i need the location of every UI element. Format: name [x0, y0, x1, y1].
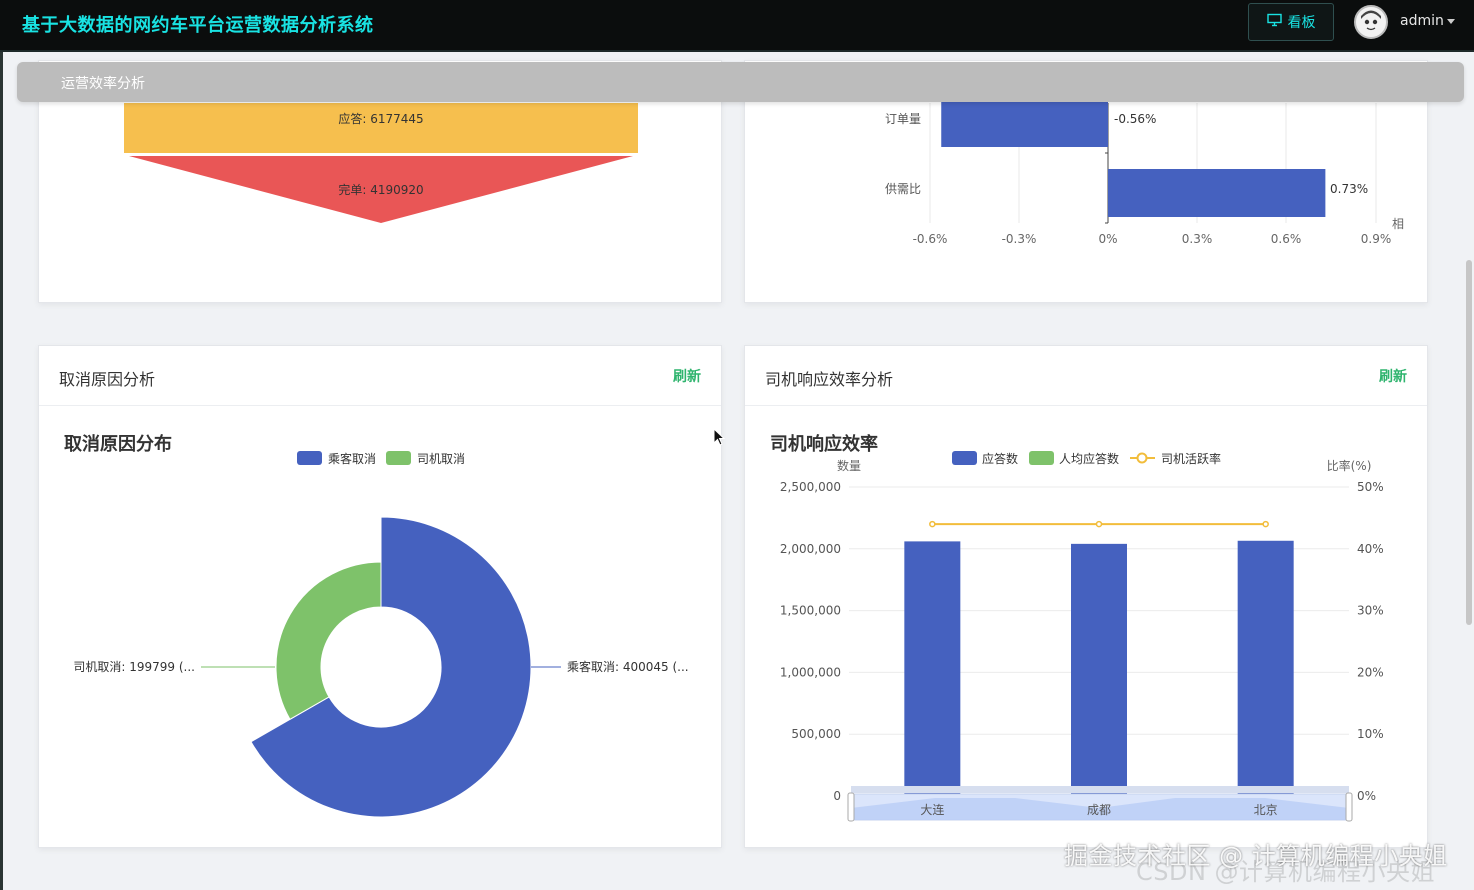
right-tick-4: 40%: [1357, 542, 1384, 556]
x-label-0: 大连: [920, 802, 944, 817]
growth-bar-1[interactable]: [1108, 169, 1326, 217]
funnel-label-complete: 完单: 4190920: [338, 182, 423, 197]
slice-label-driver: 司机取消: 199799 (...: [73, 660, 195, 674]
growth-axis-name: 相: [1392, 217, 1404, 231]
growth-value-0: -0.56%: [1114, 112, 1156, 126]
growth-xtick-1: -0.3%: [1002, 232, 1037, 246]
growth-xtick-2: 0%: [1098, 232, 1117, 246]
left-tick-1: 500,000: [791, 727, 841, 741]
dashboard-button-label: 看板: [1287, 15, 1316, 31]
right-tick-2: 20%: [1357, 665, 1384, 679]
growth-xtick-0: -0.6%: [913, 232, 948, 246]
cancel-legend: 乘客取消 司机取消: [297, 451, 465, 466]
caret-down-icon[interactable]: [1447, 19, 1455, 24]
driver-legend: 应答数 人均应答数 司机活跃率: [952, 451, 1221, 466]
slice-label-passenger: 乘客取消: 400045 (...: [567, 659, 689, 674]
right-tick-5: 50%: [1357, 480, 1384, 494]
x-label-2: 北京: [1254, 803, 1278, 817]
growth-bar-0[interactable]: [941, 99, 1108, 147]
left-tick-4: 2,000,000: [780, 542, 841, 556]
answers-bar-2[interactable]: [1237, 540, 1294, 796]
legend-label-driver: 司机取消: [417, 452, 465, 466]
growth-xtick-5: 0.9%: [1361, 232, 1392, 246]
answers-bar-0[interactable]: [904, 541, 961, 796]
legend-label-per-capita: 人均应答数: [1059, 451, 1119, 466]
left-tick-0: 0: [833, 789, 841, 803]
funnel-label-answer: 应答: 6177445: [338, 111, 423, 126]
legend-swatch-passenger: [297, 451, 322, 465]
legend-label-passenger: 乘客取消: [328, 451, 376, 466]
left-tick-2: 1,000,000: [780, 665, 841, 679]
page-scrollbar[interactable]: [1466, 260, 1472, 625]
datazoom-top-band: [851, 786, 1349, 793]
growth-category-0: 订单量: [885, 112, 921, 126]
growth-category-1: 供需比: [885, 182, 921, 196]
right-axis-name: 比率(%): [1327, 458, 1372, 473]
user-avatar[interactable]: [1354, 5, 1388, 39]
left-tick-3: 1,500,000: [780, 604, 841, 618]
breadcrumb: 运营效率分析: [17, 62, 1464, 102]
legend-label-active-rate: 司机活跃率: [1161, 451, 1221, 466]
driver-response-card: 司机响应效率分析 刷新 司机响应效率 应答数 人均应答数 司机活跃率 数量 比率…: [744, 345, 1428, 848]
active-rate-point-2[interactable]: [1262, 520, 1269, 528]
growth-xtick-3: 0.3%: [1182, 232, 1213, 246]
x-label-1: 成都: [1087, 803, 1111, 817]
breadcrumb-label: 运营效率分析: [61, 76, 145, 92]
legend-swatch-answers: [952, 451, 977, 465]
answers-bar-1[interactable]: [1071, 543, 1127, 796]
growth-xtick-4: 0.6%: [1271, 232, 1302, 246]
legend-swatch-per-capita: [1029, 451, 1054, 465]
app-title: 基于大数据的网约车平台运营数据分析系统: [22, 15, 374, 36]
driver-combo-chart: 应答数 人均应答数 司机活跃率 数量 比率(%) 0 0% 500,000 10% 1,…: [780, 451, 1384, 822]
legend-marker-active-rate: [1136, 452, 1148, 464]
left-axis-name: 数量: [837, 458, 861, 473]
cancel-reason-card: 取消原因分析 刷新 取消原因分布 乘客取消 司机取消 乘客取消: 400045 …: [38, 345, 722, 848]
pie-slice-1[interactable]: [275, 561, 382, 721]
top-navbar: 基于大数据的网约车平台运营数据分析系统 看板 admin: [0, 0, 1474, 52]
legend-swatch-driver: [386, 451, 411, 465]
right-tick-1: 10%: [1357, 727, 1384, 741]
screen-icon: [1266, 13, 1282, 31]
active-rate-point-0[interactable]: [929, 520, 936, 528]
user-name[interactable]: admin: [1400, 13, 1444, 29]
legend-label-answers: 应答数: [982, 451, 1018, 466]
datazoom-handle-left[interactable]: [847, 792, 855, 822]
left-tick-5: 2,500,000: [780, 480, 841, 494]
growth-value-1: 0.73%: [1330, 182, 1368, 196]
page-edge: [0, 52, 3, 890]
funnel-stage-answer: [124, 103, 638, 153]
right-tick-0: 0%: [1357, 789, 1376, 803]
watermark: 掘金技术社区 @ 计算机编程小央姐: [1064, 842, 1448, 870]
mouse-cursor-icon: [713, 427, 726, 450]
dashboard-button[interactable]: 看板: [1248, 3, 1334, 41]
active-rate-point-1[interactable]: [1095, 520, 1103, 528]
datazoom-handle-right[interactable]: [1345, 792, 1353, 822]
cancel-pie-chart: 乘客取消 司机取消 乘客取消: 400045 (... 司机取消: 199799…: [73, 451, 689, 818]
right-tick-3: 30%: [1357, 604, 1384, 618]
